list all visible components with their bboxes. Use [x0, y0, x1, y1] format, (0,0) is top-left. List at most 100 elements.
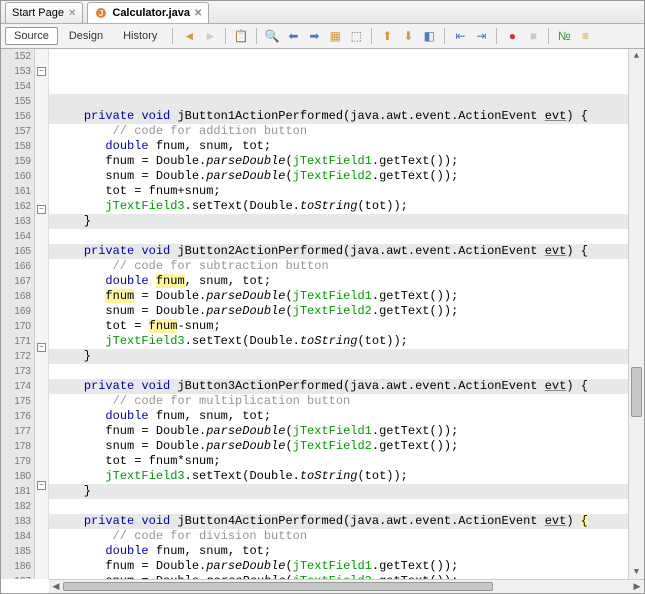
vertical-scrollbar[interactable]: ▲ ▼	[628, 49, 644, 579]
line-number: 153	[1, 64, 31, 79]
code-line[interactable]: tot = fnum-snum;	[49, 319, 628, 334]
line-number: 175	[1, 394, 31, 409]
separator	[444, 28, 445, 44]
code-line[interactable]: fnum = Double.parseDouble(jTextField1.ge…	[49, 559, 628, 574]
scroll-up-icon[interactable]: ▲	[629, 49, 644, 63]
line-number: 178	[1, 439, 31, 454]
line-number: 160	[1, 169, 31, 184]
code-line[interactable]: snum = Double.parseDouble(jTextField2.ge…	[49, 304, 628, 319]
code-line[interactable]: snum = Double.parseDouble(jTextField2.ge…	[49, 169, 628, 184]
forward-icon[interactable]: ►	[200, 26, 220, 46]
scrollbar-thumb[interactable]	[631, 367, 642, 417]
close-icon[interactable]: ✕	[68, 8, 76, 19]
tab-label: Start Page	[12, 7, 64, 19]
code-line[interactable]: private void jButton1ActionPerformed(jav…	[49, 109, 628, 124]
scroll-down-icon[interactable]: ▼	[629, 565, 644, 579]
code-line[interactable]	[49, 499, 628, 514]
fold-toggle-icon[interactable]: −	[37, 205, 46, 214]
code-line[interactable]	[49, 229, 628, 244]
line-number: 176	[1, 409, 31, 424]
macro-record-icon[interactable]: ●	[502, 26, 522, 46]
code-line[interactable]: jTextField3.setText(Double.toString(tot)…	[49, 469, 628, 484]
fold-toggle-icon[interactable]: −	[37, 481, 46, 490]
horizontal-scrollbar[interactable]: ◀ ▶	[49, 579, 644, 593]
code-line[interactable]: private void jButton3ActionPerformed(jav…	[49, 379, 628, 394]
separator	[225, 28, 226, 44]
toggle-rect-icon[interactable]: ⬚	[346, 26, 366, 46]
toggle-highlight-icon[interactable]: ▦	[325, 26, 345, 46]
code-line[interactable]: }	[49, 214, 628, 229]
find-next-icon[interactable]: ➡	[304, 26, 324, 46]
code-line[interactable]: // code for division button	[49, 529, 628, 544]
code-editor[interactable]: 1521531541551561571581591601611621631641…	[1, 49, 644, 579]
code-line[interactable]: double fnum, snum, tot;	[49, 139, 628, 154]
subtab-history[interactable]: History	[114, 27, 166, 45]
scroll-left-icon[interactable]: ◀	[49, 580, 63, 593]
scroll-right-icon[interactable]: ▶	[630, 580, 644, 593]
code-line[interactable]: // code for addition button	[49, 124, 628, 139]
code-line[interactable]: // code for subtraction button	[49, 259, 628, 274]
line-number: 166	[1, 259, 31, 274]
code-line[interactable]: tot = fnum*snum;	[49, 454, 628, 469]
shift-up-icon[interactable]: ⬆	[377, 26, 397, 46]
subtab-source[interactable]: Source	[5, 27, 58, 45]
line-number: 167	[1, 274, 31, 289]
macro-stop-icon[interactable]: ■	[523, 26, 543, 46]
code-line[interactable]: // code for multiplication button	[49, 394, 628, 409]
code-line[interactable]: fnum = Double.parseDouble(jTextField1.ge…	[49, 289, 628, 304]
code-line[interactable]: double fnum, snum, tot;	[49, 544, 628, 559]
undo-clip-icon[interactable]: 📋	[231, 26, 251, 46]
find-prev-icon[interactable]: ⬅	[283, 26, 303, 46]
file-tabs: Start Page ✕ J Calculator.java ✕	[1, 1, 644, 24]
tab-start-page[interactable]: Start Page ✕	[5, 2, 83, 23]
java-file-icon: J	[94, 6, 108, 20]
line-number: 171	[1, 334, 31, 349]
fold-toggle-icon[interactable]: −	[37, 67, 46, 76]
line-number: 157	[1, 124, 31, 139]
code-line[interactable]: jTextField3.setText(Double.toString(tot)…	[49, 334, 628, 349]
line-number: 174	[1, 379, 31, 394]
line-number: 155	[1, 94, 31, 109]
line-number: 183	[1, 514, 31, 529]
code-line[interactable]: double fnum, snum, tot;	[49, 409, 628, 424]
code-line[interactable]: fnum = Double.parseDouble(jTextField1.ge…	[49, 154, 628, 169]
shift-right-icon[interactable]: ⇥	[471, 26, 491, 46]
code-line[interactable]: tot = fnum+snum;	[49, 184, 628, 199]
scrollbar-thumb[interactable]	[63, 582, 493, 591]
code-line[interactable]: private void jButton4ActionPerformed(jav…	[49, 514, 628, 529]
toggle-bookmark-icon[interactable]: ◧	[419, 26, 439, 46]
line-number: 163	[1, 214, 31, 229]
code-line[interactable]	[49, 94, 628, 109]
code-line[interactable]: private void jButton2ActionPerformed(jav…	[49, 244, 628, 259]
line-number: 162	[1, 199, 31, 214]
line-number: 165	[1, 244, 31, 259]
code-line[interactable]: }	[49, 484, 628, 499]
code-line[interactable]: double fnum, snum, tot;	[49, 274, 628, 289]
separator	[172, 28, 173, 44]
code-line[interactable]: }	[49, 349, 628, 364]
find-selection-icon[interactable]: 🔍	[262, 26, 282, 46]
shift-left-icon[interactable]: ⇤	[450, 26, 470, 46]
line-number: 159	[1, 154, 31, 169]
line-number: 164	[1, 229, 31, 244]
fold-toggle-icon[interactable]: −	[37, 343, 46, 352]
shift-down-icon[interactable]: ⬇	[398, 26, 418, 46]
code-line[interactable]	[49, 364, 628, 379]
code-line[interactable]: snum = Double.parseDouble(jTextField2.ge…	[49, 439, 628, 454]
line-number: 186	[1, 559, 31, 574]
back-icon[interactable]: ◄	[179, 26, 199, 46]
line-number-gutter: 1521531541551561571581591601611621631641…	[1, 49, 35, 579]
subtab-design[interactable]: Design	[60, 27, 112, 45]
code-content[interactable]: private void jButton1ActionPerformed(jav…	[49, 49, 628, 579]
code-line[interactable]: jTextField3.setText(Double.toString(tot)…	[49, 199, 628, 214]
line-number: 182	[1, 499, 31, 514]
tab-calculator-java[interactable]: J Calculator.java ✕	[87, 2, 209, 23]
close-icon[interactable]: ✕	[194, 8, 202, 19]
line-number: 185	[1, 544, 31, 559]
line-number: 168	[1, 289, 31, 304]
code-line[interactable]: fnum = Double.parseDouble(jTextField1.ge…	[49, 424, 628, 439]
line-number: 184	[1, 529, 31, 544]
uncomment-icon[interactable]: ≡	[575, 26, 595, 46]
line-number: 173	[1, 364, 31, 379]
comment-icon[interactable]: №	[554, 26, 574, 46]
